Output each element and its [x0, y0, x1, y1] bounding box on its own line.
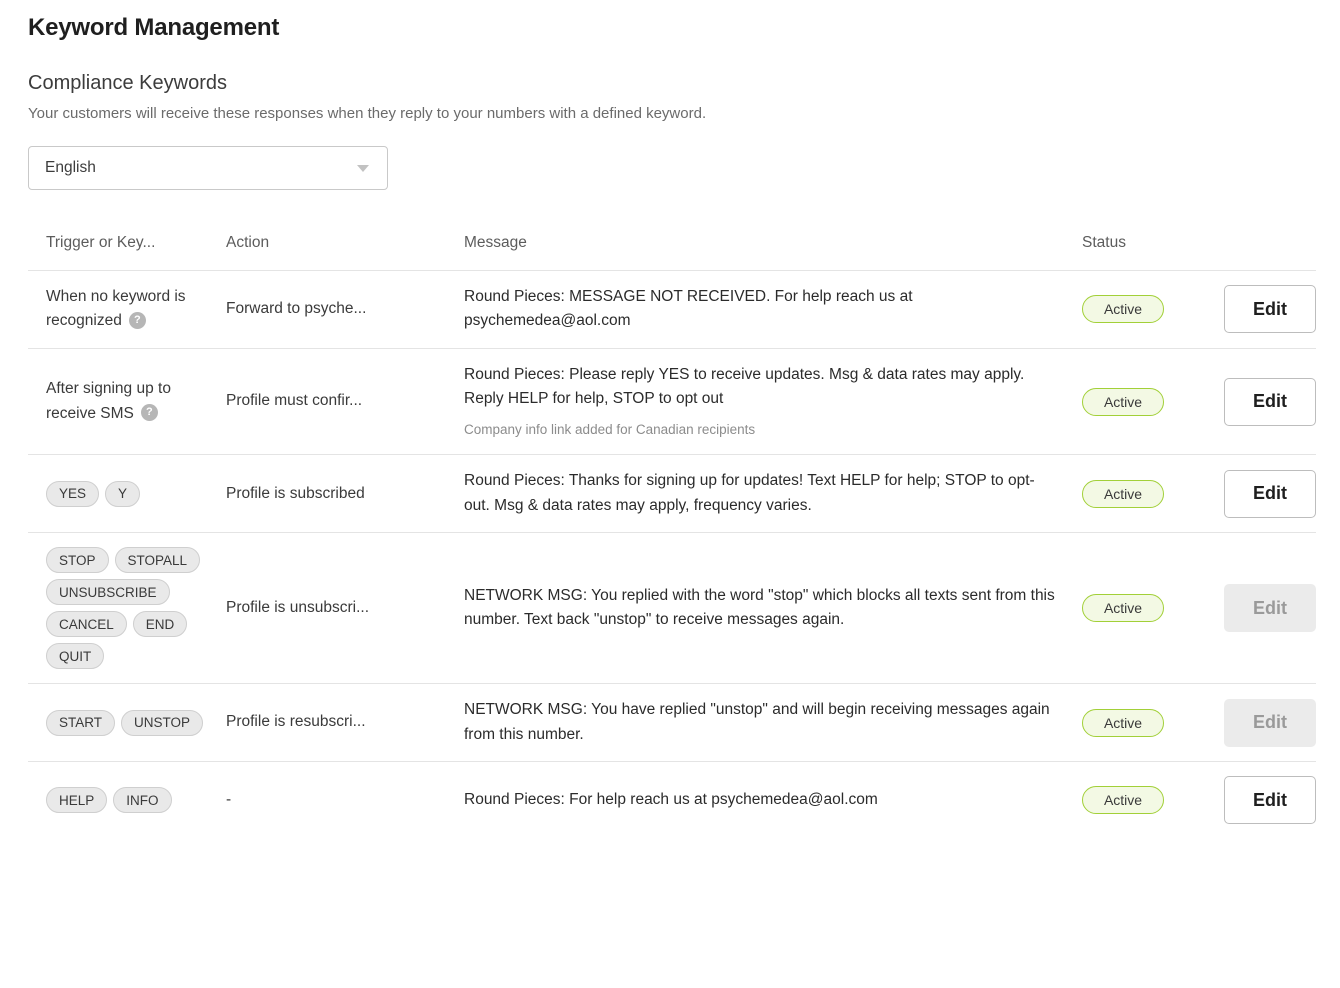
message-text: NETWORK MSG: You have replied "unstop" a…	[464, 698, 1060, 747]
message-text: Round Pieces: MESSAGE NOT RECEIVED. For …	[464, 285, 1060, 334]
message-text: Round Pieces: Please reply YES to receiv…	[464, 363, 1060, 412]
section-title: Compliance Keywords	[28, 72, 1312, 95]
status-badge: Active	[1082, 388, 1164, 416]
table-body: When no keyword is recognized?Forward to…	[28, 271, 1316, 839]
message-text: NETWORK MSG: You replied with the word "…	[464, 584, 1060, 633]
cell-status: Active	[1082, 348, 1210, 454]
status-badge: Active	[1082, 480, 1164, 508]
table-header: Trigger or Key... Action Message Status	[28, 234, 1316, 271]
keyword-chip: UNSUBSCRIBE	[46, 579, 170, 605]
edit-button[interactable]: Edit	[1224, 285, 1316, 333]
keyword-chip: CANCEL	[46, 611, 127, 637]
keyword-chip: QUIT	[46, 643, 104, 669]
edit-button: Edit	[1224, 584, 1316, 632]
section-description: Your customers will receive these respon…	[28, 105, 1312, 122]
keyword-chip: HELP	[46, 787, 107, 813]
cell-message: Round Pieces: MESSAGE NOT RECEIVED. For …	[464, 271, 1082, 349]
edit-button: Edit	[1224, 699, 1316, 747]
cell-trigger: STOPSTOPALL UNSUBSCRIBE CANCELEND QUIT	[28, 533, 226, 684]
keyword-management-page: Keyword Management Compliance Keywords Y…	[0, 0, 1340, 838]
table-row: STARTUNSTOP Profile is resubscri...NETWOR…	[28, 684, 1316, 762]
keyword-chip: UNSTOP	[121, 710, 203, 736]
table-row: STOPSTOPALL UNSUBSCRIBE CANCELEND QUIT Profi…	[28, 533, 1316, 684]
cell-action: -	[226, 762, 464, 839]
message-note: Company info link added for Canadian rec…	[464, 419, 1060, 440]
edit-button[interactable]: Edit	[1224, 776, 1316, 824]
help-circle-icon[interactable]: ?	[141, 404, 158, 421]
language-select-value: English	[45, 159, 96, 177]
keyword-chip: END	[133, 611, 188, 637]
cell-trigger: STARTUNSTOP	[28, 684, 226, 762]
cell-edit: Edit	[1210, 533, 1316, 684]
cell-message: Round Pieces: Thanks for signing up for …	[464, 455, 1082, 533]
keyword-chip-group: YESY	[46, 481, 214, 507]
chevron-down-icon	[357, 165, 369, 172]
keyword-chip: START	[46, 710, 115, 736]
cell-message: Round Pieces: Please reply YES to receiv…	[464, 348, 1082, 454]
page-title: Keyword Management	[28, 0, 1312, 42]
cell-message: Round Pieces: For help reach us at psych…	[464, 762, 1082, 839]
keywords-table: Trigger or Key... Action Message Status …	[28, 234, 1316, 838]
cell-edit: Edit	[1210, 762, 1316, 839]
keyword-chip: STOP	[46, 547, 109, 573]
cell-action: Profile is resubscri...	[226, 684, 464, 762]
cell-status: Active	[1082, 762, 1210, 839]
table-row: HELPINFO-Round Pieces: For help reach us…	[28, 762, 1316, 839]
keyword-chip-group: STARTUNSTOP	[46, 710, 214, 736]
cell-action: Profile is subscribed	[226, 455, 464, 533]
message-text: Round Pieces: For help reach us at psych…	[464, 788, 1060, 812]
column-header-message: Message	[464, 234, 1082, 271]
column-header-edit	[1210, 234, 1316, 271]
cell-trigger: After signing up to receive SMS?	[28, 348, 226, 454]
cell-action: Profile must confir...	[226, 348, 464, 454]
column-header-status: Status	[1082, 234, 1210, 271]
cell-status: Active	[1082, 271, 1210, 349]
cell-edit: Edit	[1210, 271, 1316, 349]
keyword-chip: YES	[46, 481, 99, 507]
status-badge: Active	[1082, 709, 1164, 737]
status-badge: Active	[1082, 786, 1164, 814]
column-header-trigger: Trigger or Key...	[28, 234, 226, 271]
cell-trigger: YESY	[28, 455, 226, 533]
help-circle-icon[interactable]: ?	[129, 312, 146, 329]
cell-trigger: HELPINFO	[28, 762, 226, 839]
cell-message: NETWORK MSG: You replied with the word "…	[464, 533, 1082, 684]
table-row: After signing up to receive SMS?Profile …	[28, 348, 1316, 454]
table-row: When no keyword is recognized?Forward to…	[28, 271, 1316, 349]
cell-status: Active	[1082, 684, 1210, 762]
status-badge: Active	[1082, 594, 1164, 622]
cell-edit: Edit	[1210, 348, 1316, 454]
cell-edit: Edit	[1210, 455, 1316, 533]
cell-message: NETWORK MSG: You have replied "unstop" a…	[464, 684, 1082, 762]
status-badge: Active	[1082, 295, 1164, 323]
cell-status: Active	[1082, 533, 1210, 684]
keyword-chip-group: HELPINFO	[46, 787, 214, 813]
column-header-action: Action	[226, 234, 464, 271]
cell-edit: Edit	[1210, 684, 1316, 762]
keyword-chip-group: STOPSTOPALL UNSUBSCRIBE CANCELEND QUIT	[46, 547, 214, 669]
cell-trigger: When no keyword is recognized?	[28, 271, 226, 349]
edit-button[interactable]: Edit	[1224, 470, 1316, 518]
cell-action: Forward to psyche...	[226, 271, 464, 349]
message-text: Round Pieces: Thanks for signing up for …	[464, 469, 1060, 518]
edit-button[interactable]: Edit	[1224, 378, 1316, 426]
language-select[interactable]: English	[28, 146, 388, 190]
cell-action: Profile is unsubscri...	[226, 533, 464, 684]
trigger-label: When no keyword is recognized	[46, 288, 186, 329]
keyword-chip: INFO	[113, 787, 171, 813]
cell-status: Active	[1082, 455, 1210, 533]
table-row: YESY Profile is subscribedRound Pieces: T…	[28, 455, 1316, 533]
keyword-chip: STOPALL	[115, 547, 201, 573]
keyword-chip: Y	[105, 481, 140, 507]
